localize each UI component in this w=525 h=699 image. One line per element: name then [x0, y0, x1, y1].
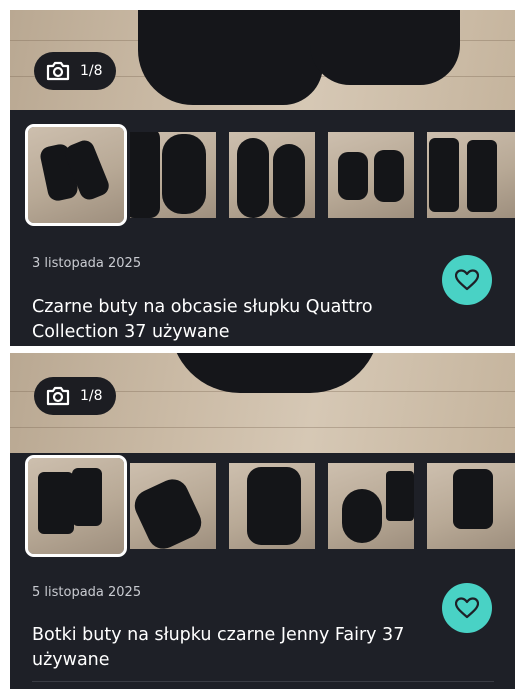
photo-counter-text: 1/8	[80, 388, 103, 404]
listing-date: 3 listopada 2025	[32, 256, 142, 271]
thumbnail-4[interactable]	[328, 463, 414, 549]
heart-icon	[455, 597, 479, 619]
heart-icon	[455, 269, 479, 291]
listing-card[interactable]: 1/8 5 listopada 2025 Botki buty na słupk…	[10, 353, 515, 689]
thumbnail-strip[interactable]	[25, 455, 515, 557]
thumbnail-5[interactable]	[427, 132, 515, 218]
divider	[32, 681, 494, 682]
thumbnail-strip[interactable]	[25, 124, 515, 226]
listing-title[interactable]: Botki buty na słupku czarne Jenny Fairy …	[32, 623, 432, 673]
thumbnail-2[interactable]	[130, 463, 216, 549]
listing-date: 5 listopada 2025	[32, 585, 142, 600]
thumbnail-1[interactable]	[25, 455, 127, 557]
thumbnail-5[interactable]	[427, 463, 515, 549]
photo-counter: 1/8	[34, 377, 116, 415]
thumbnail-2[interactable]	[130, 132, 216, 218]
favorite-button[interactable]	[442, 583, 492, 633]
thumbnail-1[interactable]	[25, 124, 127, 226]
listing-title[interactable]: Czarne buty na obcasie słupku Quattro Co…	[32, 295, 432, 345]
thumbnail-3[interactable]	[229, 463, 315, 549]
photo-counter-text: 1/8	[80, 63, 103, 79]
camera-icon	[46, 386, 70, 406]
thumbnail-4[interactable]	[328, 132, 414, 218]
thumbnail-3[interactable]	[229, 132, 315, 218]
listing-card[interactable]: 1/8 3 listopada 2025 Czarne buty na obca…	[10, 10, 515, 346]
photo-counter: 1/8	[34, 52, 116, 90]
favorite-button[interactable]	[442, 255, 492, 305]
camera-icon	[46, 61, 70, 81]
